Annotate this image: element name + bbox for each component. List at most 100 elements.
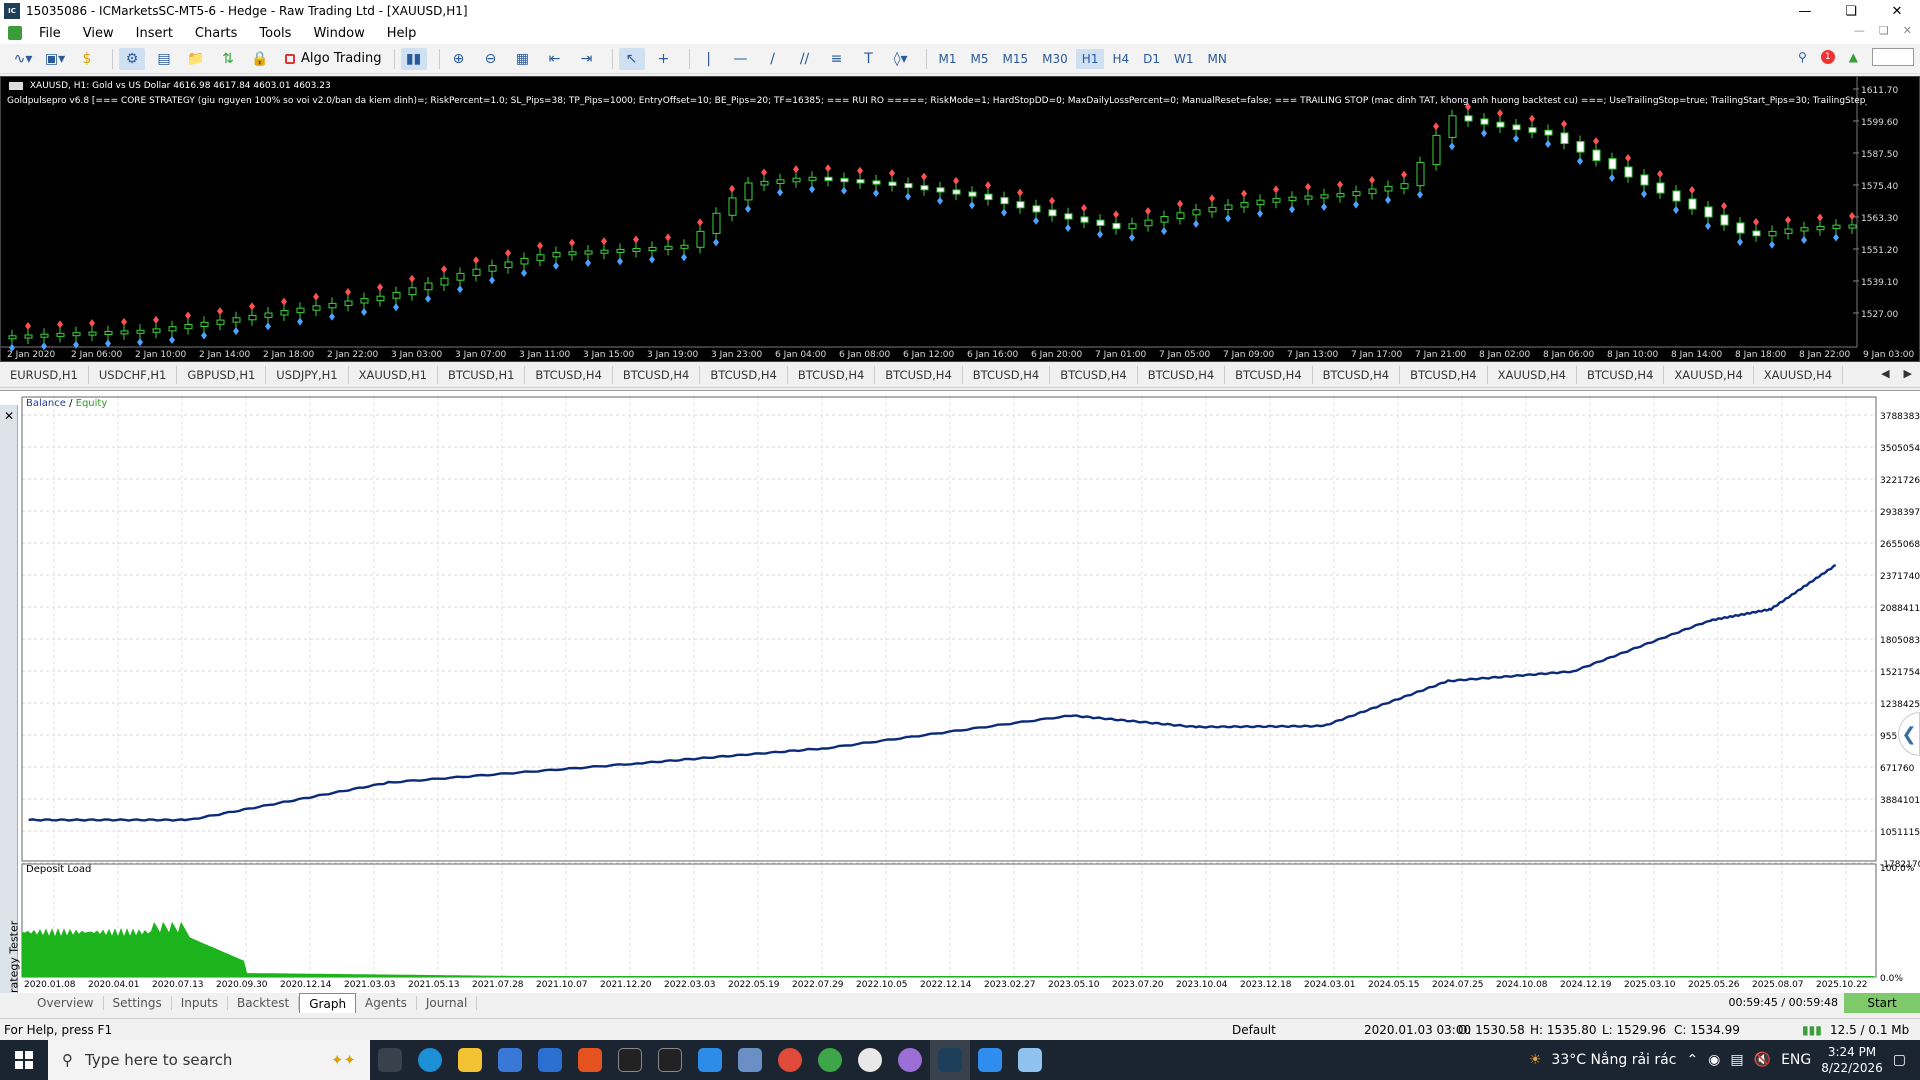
app-red-icon[interactable] [850, 1040, 890, 1080]
market-watch-icon[interactable]: ⚙ [119, 47, 145, 70]
menu-tools[interactable]: Tools [248, 26, 302, 41]
app-a-icon[interactable] [610, 1040, 650, 1080]
language-indicator[interactable]: ENG [1781, 1052, 1811, 1068]
tab-overview[interactable]: Overview [28, 996, 104, 1010]
symbol-tab[interactable]: USDJPY,H1 [266, 365, 349, 384]
tab-inputs[interactable]: Inputs [172, 996, 229, 1010]
notifications-icon[interactable]: 1 [1820, 50, 1835, 64]
horizontal-line-icon[interactable]: — [728, 48, 754, 70]
tab-graph[interactable]: Graph [299, 993, 357, 1013]
symbol-tab[interactable]: BTCUSD,H1 [438, 365, 526, 384]
symbol-tab[interactable]: BTCUSD,H4 [525, 365, 613, 384]
shapes-icon[interactable]: ◊▾ [888, 48, 914, 70]
symbol-tab[interactable]: XAUUSD,H4 [1664, 365, 1754, 384]
zoom-in-icon[interactable]: ⊕ [446, 48, 472, 70]
price-chart[interactable]: 1611.70 1599.60 1587.50 1575.40 1563.30 1551.… [0, 76, 1920, 362]
trendline-icon[interactable]: ∕ [760, 48, 786, 70]
mdi-restore-button[interactable]: ❏ [1879, 24, 1889, 37]
chrome-profile-icon[interactable] [810, 1040, 850, 1080]
tray-app-icon[interactable]: ◉ [1708, 1052, 1720, 1068]
symbol-tab[interactable]: BTCUSD,H4 [788, 365, 876, 384]
weather-text[interactable]: 33°C Nắng rải rác [1551, 1052, 1676, 1068]
tf-w1[interactable]: W1 [1168, 49, 1200, 69]
tab-scroll-left-icon[interactable]: ◀ [1881, 367, 1889, 380]
auto-scroll-icon[interactable]: ⇤ [542, 48, 568, 70]
remote-desktop-icon[interactable] [730, 1040, 770, 1080]
notepad-icon[interactable] [1010, 1040, 1050, 1080]
tf-m5[interactable]: M5 [965, 49, 995, 69]
blue-app-icon[interactable] [970, 1040, 1010, 1080]
candlestick-icon[interactable]: ▮▮ [400, 47, 427, 70]
windows-start-icon[interactable] [0, 1040, 48, 1080]
tf-mn[interactable]: MN [1202, 49, 1233, 69]
data-window-icon[interactable]: 📁 [183, 48, 209, 70]
app-a2-icon[interactable] [650, 1040, 690, 1080]
explorer-icon[interactable] [450, 1040, 490, 1080]
navigator-icon[interactable]: ▤ [151, 48, 177, 70]
brave-icon[interactable] [570, 1040, 610, 1080]
mt5-taskbar-icon[interactable] [930, 1040, 970, 1080]
symbol-tab[interactable]: XAUUSD,H1 [349, 365, 438, 384]
symbol-tab[interactable]: BTCUSD,H4 [1577, 365, 1665, 384]
symbol-tab[interactable]: BTCUSD,H4 [700, 365, 788, 384]
symbol-tab[interactable]: XAUUSD,H4 [1754, 365, 1844, 384]
symbol-tab[interactable]: BTCUSD,H4 [1050, 365, 1138, 384]
mdi-minimize-button[interactable]: — [1854, 24, 1865, 37]
new-order-icon[interactable]: $ [74, 48, 100, 70]
tf-m1[interactable]: M1 [933, 49, 963, 69]
minimize-button[interactable]: — [1782, 0, 1828, 22]
algo-trading-button[interactable]: Algo Trading [279, 51, 388, 66]
tf-h1[interactable]: H1 [1075, 48, 1105, 69]
market-icon[interactable]: 🔒 [247, 48, 273, 70]
symbol-tab[interactable]: BTCUSD,H4 [1225, 365, 1313, 384]
volume-icon[interactable]: 🔇 [1754, 1052, 1771, 1068]
menu-window[interactable]: Window [302, 26, 375, 41]
menu-view[interactable]: View [72, 26, 125, 41]
grid-icon[interactable]: ▦ [510, 48, 536, 70]
messenger-icon[interactable] [690, 1040, 730, 1080]
tab-scroll-right-icon[interactable]: ▶ [1904, 367, 1912, 380]
clock[interactable]: 3:24 PM 8/22/2026 [1821, 1044, 1883, 1076]
symbol-tab[interactable]: BTCUSD,H4 [875, 365, 963, 384]
tab-backtest[interactable]: Backtest [228, 996, 300, 1010]
store-icon[interactable] [490, 1040, 530, 1080]
menu-charts[interactable]: Charts [184, 26, 249, 41]
symbol-tab[interactable]: BTCUSD,H4 [963, 365, 1051, 384]
text-icon[interactable]: T [856, 48, 882, 70]
symbol-tab[interactable]: BTCUSD,H4 [613, 365, 701, 384]
account-box[interactable] [1872, 48, 1914, 66]
fibonacci-icon[interactable]: ≡ [824, 48, 850, 70]
task-view-icon[interactable] [370, 1040, 410, 1080]
channel-icon[interactable]: ∕∕ [792, 48, 818, 70]
edge-icon[interactable] [410, 1040, 450, 1080]
tf-m30[interactable]: M30 [1036, 49, 1074, 69]
mdi-close-button[interactable]: ✕ [1903, 24, 1912, 37]
chrome-icon[interactable] [770, 1040, 810, 1080]
search-icon[interactable]: ⚲ [1798, 50, 1807, 64]
symbol-tab[interactable]: GBPUSD,H1 [177, 365, 267, 384]
maps-icon[interactable] [890, 1040, 930, 1080]
notification-center-icon[interactable]: ▢ [1893, 1052, 1906, 1068]
tray-chevron-icon[interactable]: ⌃ [1686, 1052, 1698, 1068]
templates-icon[interactable]: ▣▾ [42, 48, 68, 70]
cursor-icon[interactable]: ↖ [618, 47, 645, 70]
zoom-out-icon[interactable]: ⊖ [478, 48, 504, 70]
vertical-line-icon[interactable]: | [696, 48, 722, 70]
tab-settings[interactable]: Settings [104, 996, 172, 1010]
menu-file[interactable]: File [28, 26, 72, 41]
menu-help[interactable]: Help [376, 26, 428, 41]
signal-icon[interactable]: ▲ [1849, 50, 1858, 64]
mail-icon[interactable] [530, 1040, 570, 1080]
network-icon[interactable]: ▤ [1730, 1052, 1743, 1068]
crosshair-icon[interactable]: + [651, 48, 677, 70]
taskbar-search[interactable]: ⚲ Type here to search ✦✦ [48, 1040, 370, 1080]
symbol-tab[interactable]: USDCHF,H1 [89, 365, 178, 384]
chart-shift-icon[interactable]: ⇥ [574, 48, 600, 70]
tf-h4[interactable]: H4 [1106, 49, 1135, 69]
close-button[interactable]: ✕ [1874, 0, 1920, 22]
maximize-button[interactable]: ❏ [1828, 0, 1874, 22]
symbol-tab[interactable]: EURUSD,H1 [0, 365, 89, 384]
tf-d1[interactable]: D1 [1137, 49, 1166, 69]
weather-icon[interactable]: ☀ [1529, 1052, 1542, 1068]
tab-agents[interactable]: Agents [356, 996, 417, 1010]
